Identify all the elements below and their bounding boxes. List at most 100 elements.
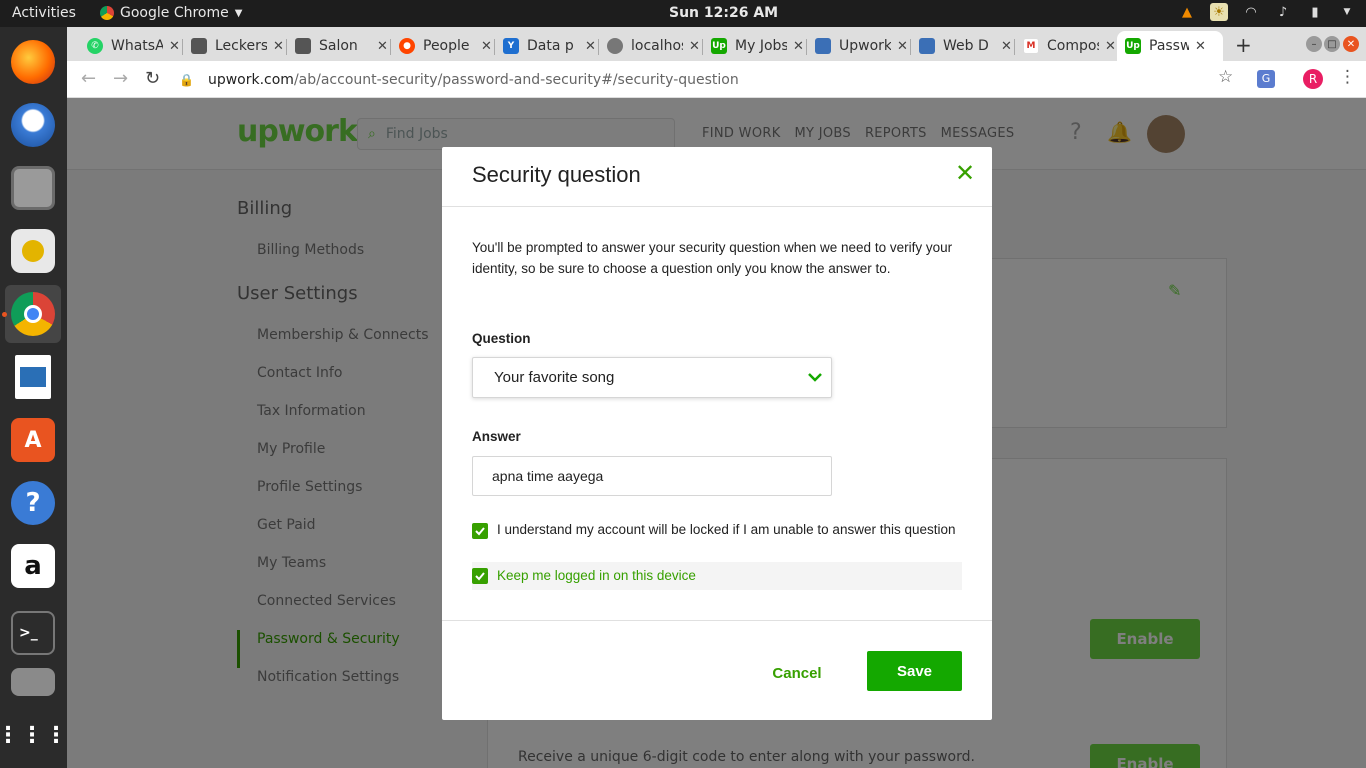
answer-input[interactable] <box>472 456 832 496</box>
tab-my-jobs[interactable]: Up My Jobs ✕ <box>703 31 812 61</box>
show-applications-button[interactable]: ⋮⋮⋮ <box>0 707 67 765</box>
dock-system-tool[interactable] <box>5 667 61 697</box>
chrome-icon <box>11 292 55 336</box>
close-icon[interactable]: ✕ <box>689 39 700 54</box>
keep-logged-in-checkbox[interactable] <box>472 568 488 584</box>
system-tray[interactable]: ▲ ☀ ◠ ♪ ▮ ▼ <box>1178 3 1356 21</box>
close-icon[interactable]: ✕ <box>897 39 908 54</box>
back-arrow-icon[interactable]: ← <box>81 68 96 89</box>
ubuntu-top-bar: Activities Google Chrome ▼ Sun 12:26 AM … <box>0 0 1366 27</box>
gmail-icon: M <box>1023 38 1039 54</box>
chevron-down-icon[interactable]: ▼ <box>1338 3 1356 21</box>
tab-strip: ✆ WhatsApp ✕ Leckers ✕ Salon ✕ ● People … <box>67 27 1366 61</box>
close-icon[interactable]: ✕ <box>377 39 388 54</box>
close-icon[interactable]: ✕ <box>793 39 804 54</box>
close-icon[interactable]: ✕ <box>1105 39 1116 54</box>
tab-title: My Jobs <box>735 38 787 54</box>
tab-people[interactable]: ● People ✕ <box>391 31 500 61</box>
wifi-icon[interactable]: ◠ <box>1242 3 1260 21</box>
translate-extension-icon[interactable]: G <box>1257 70 1275 88</box>
tab-title: Leckers <box>215 38 267 54</box>
lock-icon[interactable]: 🔒 <box>179 73 194 87</box>
chevron-down-icon <box>808 373 822 382</box>
upwork-alt-icon <box>815 38 831 54</box>
tab-data[interactable]: Y Data p ✕ <box>495 31 604 61</box>
close-icon[interactable]: ✕ <box>953 161 977 185</box>
system-tool-icon <box>11 668 55 696</box>
brightness-icon[interactable]: ☀ <box>1210 3 1228 21</box>
more-vert-icon[interactable]: ⋮ <box>1339 67 1356 87</box>
app-menu[interactable]: Google Chrome ▼ <box>100 5 242 21</box>
page-icon <box>295 38 311 54</box>
profile-avatar[interactable]: R <box>1303 69 1323 89</box>
answer-label: Answer <box>472 429 521 444</box>
ytrip-icon: Y <box>503 38 519 54</box>
close-icon[interactable]: ✕ <box>1195 39 1206 54</box>
dialog-description: You'll be prompted to answer your securi… <box>472 240 953 276</box>
dock-writer[interactable] <box>5 348 61 406</box>
tab-whatsapp[interactable]: ✆ WhatsApp ✕ <box>79 31 188 61</box>
tab-upwork[interactable]: Upwork ✕ <box>807 31 916 61</box>
url-host: upwork.com <box>207 72 294 88</box>
tab-title: Salon <box>319 38 358 54</box>
bookmark-star-icon[interactable]: ☆ <box>1218 67 1233 87</box>
close-icon[interactable]: ✕ <box>481 39 492 54</box>
thunderbird-icon <box>11 103 55 147</box>
forward-arrow-icon[interactable]: → <box>113 68 128 89</box>
files-icon <box>11 166 55 210</box>
dock-terminal[interactable]: >_ <box>5 604 61 662</box>
close-icon[interactable]: ✕ <box>169 39 180 54</box>
security-question-dialog: Security question ✕ You'll be prompted t… <box>442 147 992 720</box>
volume-icon[interactable]: ♪ <box>1274 3 1292 21</box>
browser-toolbar: ← → ↻ 🔒 upwork.com/ab/account-security/p… <box>67 61 1366 98</box>
dock-chrome[interactable] <box>2 285 61 343</box>
cancel-button[interactable]: Cancel <box>757 653 837 693</box>
tab-title: WhatsApp <box>111 38 163 54</box>
close-icon[interactable]: ✕ <box>585 39 596 54</box>
upwork-icon: Up <box>711 38 727 54</box>
vlc-icon[interactable]: ▲ <box>1178 3 1196 21</box>
clock[interactable]: Sun 12:26 AM <box>669 5 778 21</box>
question-select[interactable]: Your favorite song <box>472 357 832 398</box>
dock-files[interactable] <box>5 159 61 217</box>
tab-title: localhost <box>631 38 683 54</box>
battery-icon[interactable]: ▮ <box>1306 3 1324 21</box>
tab-title: Password <box>1149 38 1189 54</box>
address-bar[interactable]: 🔒 upwork.com/ab/account-security/passwor… <box>179 67 1219 93</box>
dock-software[interactable]: A <box>5 411 61 469</box>
rhythmbox-icon <box>11 229 55 273</box>
tab-title: People <box>423 38 470 54</box>
new-tab-button[interactable]: + <box>1235 33 1252 57</box>
tab-leckers[interactable]: Leckers ✕ <box>183 31 292 61</box>
close-window-button[interactable]: ✕ <box>1343 36 1359 52</box>
dialog-footer-divider <box>442 620 992 621</box>
tab-localhost[interactable]: localhost ✕ <box>599 31 708 61</box>
dock-help[interactable]: ? <box>5 474 61 532</box>
chrome-window: ✆ WhatsApp ✕ Leckers ✕ Salon ✕ ● People … <box>67 27 1366 768</box>
modal-backdrop[interactable]: Security question ✕ You'll be prompted t… <box>67 98 1366 768</box>
chrome-small-icon <box>100 6 114 20</box>
lock-consent-label[interactable]: I understand my account will be locked i… <box>497 521 957 539</box>
tab-web-d[interactable]: Web D ✕ <box>911 31 1020 61</box>
reload-icon[interactable]: ↻ <box>145 68 160 89</box>
save-button[interactable]: Save <box>867 651 962 691</box>
keep-logged-in-label[interactable]: Keep me logged in on this device <box>497 567 696 585</box>
help-icon: ? <box>11 481 55 525</box>
software-center-icon: A <box>11 418 55 462</box>
launcher-dock: A ? a >_ ⋮⋮⋮ <box>0 27 67 768</box>
dock-firefox[interactable] <box>5 33 61 91</box>
tab-password-active[interactable]: Up Password ✕ <box>1117 31 1223 61</box>
running-indicator <box>2 312 7 317</box>
writer-icon <box>15 355 51 399</box>
dock-thunderbird[interactable] <box>5 96 61 154</box>
lock-consent-checkbox[interactable] <box>472 523 488 539</box>
dock-amazon[interactable]: a <box>5 537 61 595</box>
tab-salon[interactable]: Salon ✕ <box>287 31 396 61</box>
activities-button[interactable]: Activities <box>12 5 76 21</box>
close-icon[interactable]: ✕ <box>1001 39 1012 54</box>
tab-compose[interactable]: M Compose ✕ <box>1015 31 1124 61</box>
close-icon[interactable]: ✕ <box>273 39 284 54</box>
maximize-button[interactable]: □ <box>1324 36 1340 52</box>
dock-rhythmbox[interactable] <box>5 222 61 280</box>
minimize-button[interactable]: – <box>1306 36 1322 52</box>
